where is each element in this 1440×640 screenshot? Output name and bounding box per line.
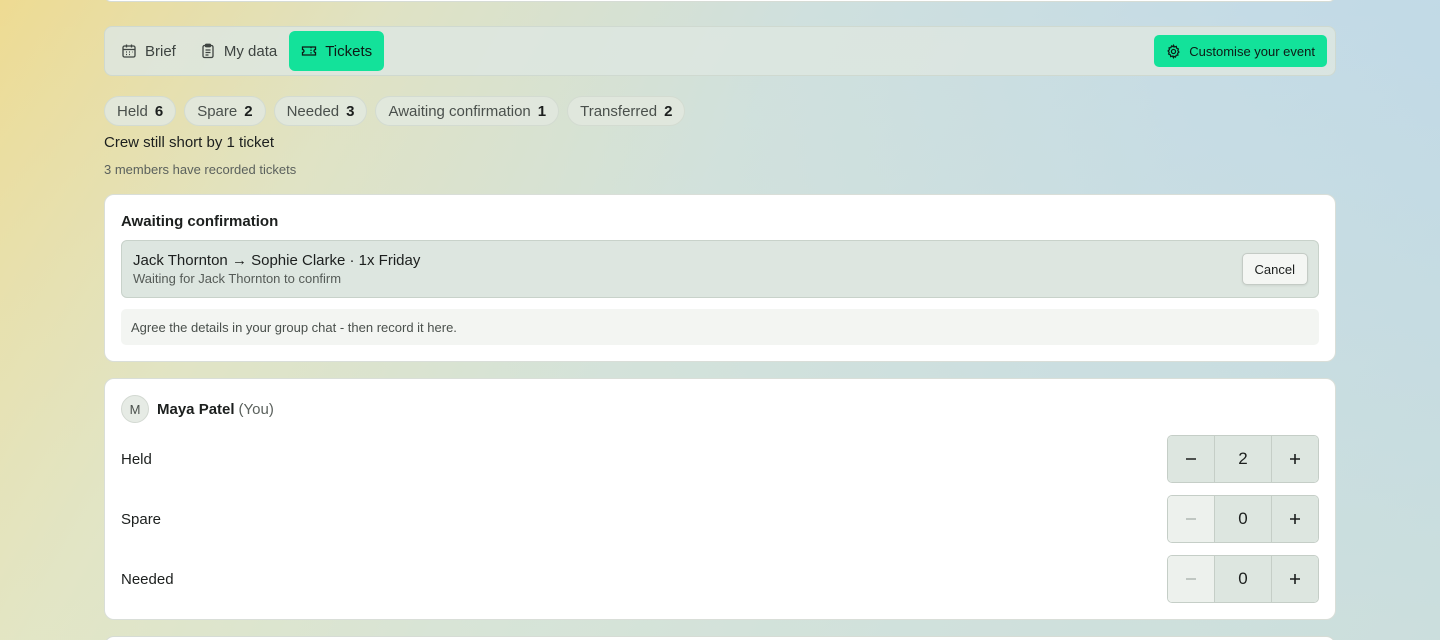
ticket-summary-pills: Held 6 Spare 2 Needed 3 Awaiting confirm… [104, 96, 1336, 126]
tab-brief[interactable]: Brief [109, 31, 188, 71]
needed-label: Needed [121, 571, 174, 588]
member-you-label: (You) [238, 400, 274, 418]
minus-icon [1186, 578, 1196, 580]
pill-spare: Spare 2 [184, 96, 266, 126]
pill-label: Needed [286, 102, 340, 120]
needed-stepper: 0 [1167, 555, 1319, 603]
shortfall-text: Crew still short by 1 ticket [104, 134, 275, 151]
customise-event-button[interactable]: Customise your event [1154, 35, 1327, 67]
tab-brief-label: Brief [145, 42, 176, 60]
needed-decrement-button[interactable] [1168, 556, 1215, 602]
pill-label: Spare [197, 102, 238, 120]
spare-value[interactable]: 0 [1215, 496, 1271, 542]
needed-value[interactable]: 0 [1215, 556, 1271, 602]
plus-icon [1290, 514, 1300, 524]
gear-icon [1167, 43, 1181, 59]
next-card [104, 636, 1336, 640]
ticket-icon [302, 46, 317, 56]
calendar-icon [122, 44, 136, 58]
avatar: M [121, 395, 149, 423]
plus-icon [1290, 454, 1300, 464]
minus-icon [1186, 458, 1196, 460]
held-value[interactable]: 2 [1215, 436, 1271, 482]
member-header: M Maya Patel (You) [121, 395, 274, 423]
spare-increment-button[interactable] [1271, 496, 1318, 542]
held-stepper: 2 [1167, 435, 1319, 483]
pill-count: 1 [537, 102, 547, 120]
held-increment-button[interactable] [1271, 436, 1318, 482]
pill-label: Held [117, 102, 148, 120]
tab-my-data-label: My data [223, 42, 278, 60]
member-card: M Maya Patel (You) Held 2 Spare 0 Needed … [104, 378, 1336, 620]
pill-transferred: Transferred 2 [567, 96, 686, 126]
plus-icon [1290, 574, 1300, 584]
minus-icon [1186, 518, 1196, 520]
spare-label: Spare [121, 511, 162, 528]
transfer-title: Jack Thornton → Sophie Clarke · 1x Frida… [133, 252, 421, 269]
pill-label: Awaiting confirmation [388, 102, 531, 120]
previous-card [104, 0, 1336, 2]
spare-stepper: 0 [1167, 495, 1319, 543]
pill-held: Held 6 [104, 96, 177, 126]
pill-awaiting-confirmation: Awaiting confirmation 1 [375, 96, 560, 126]
needed-increment-button[interactable] [1271, 556, 1318, 602]
pill-needed: Needed 3 [273, 96, 368, 126]
member-name: Maya Patel (You) [157, 401, 274, 418]
pill-label: Transferred [580, 102, 658, 120]
pill-count: 3 [346, 102, 355, 120]
transfer-status: Waiting for Jack Thornton to confirm [133, 271, 342, 286]
clipboard-icon [202, 43, 214, 59]
held-decrement-button[interactable] [1168, 436, 1215, 482]
transfer-row: Jack Thornton → Sophie Clarke · 1x Frida… [121, 240, 1319, 298]
spare-decrement-button[interactable] [1168, 496, 1215, 542]
tab-tickets-label: Tickets [325, 42, 373, 60]
pill-count: 2 [664, 102, 673, 120]
pill-count: 6 [154, 102, 164, 120]
awaiting-confirmation-card: Awaiting confirmation Jack Thornton → So… [104, 194, 1336, 362]
customise-event-label: Customise your event [1189, 43, 1315, 59]
group-chat-hint: Agree the details in your group chat - t… [121, 309, 1319, 345]
member-name-text: Maya Patel [157, 400, 235, 418]
held-label: Held [121, 451, 152, 468]
tab-bar: Brief My data Tickets Customise your eve… [104, 26, 1336, 76]
members-note: 3 members have recorded tickets [104, 162, 297, 177]
tab-tickets[interactable]: Tickets [289, 31, 385, 71]
card-heading: Awaiting confirmation [121, 213, 279, 230]
pill-count: 2 [244, 102, 253, 120]
cancel-transfer-button[interactable]: Cancel [1241, 253, 1308, 285]
tab-my-data[interactable]: My data [188, 31, 289, 71]
